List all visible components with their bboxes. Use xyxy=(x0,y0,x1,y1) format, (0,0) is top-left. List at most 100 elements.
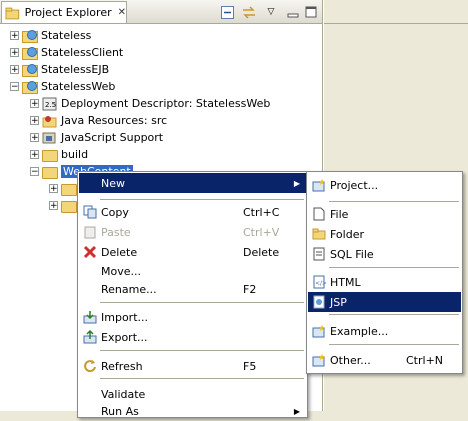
menu-item-paste[interactable]: Paste Ctrl+V xyxy=(79,222,306,242)
tab-project-explorer[interactable]: Project Explorer ✕ xyxy=(1,1,127,23)
delete-icon xyxy=(83,245,97,259)
collapse-icon[interactable]: − xyxy=(30,167,39,177)
menu-item-copy[interactable]: Copy Ctrl+C xyxy=(79,202,306,222)
menu-item-refresh[interactable]: Refresh F5 xyxy=(79,356,306,376)
menu-item-label: Export... xyxy=(101,330,148,344)
tree-item-child[interactable]: + xyxy=(49,180,80,197)
tree-item-label: StatelessClient xyxy=(41,46,124,59)
tree-item-javascript-support[interactable]: + JavaScript Support xyxy=(30,129,163,146)
menu-item-accelerator: Delete xyxy=(243,245,280,259)
project-icon xyxy=(22,80,38,94)
menu-item-accelerator: F2 xyxy=(243,282,257,296)
menu-separator xyxy=(100,199,304,201)
javascript-support-icon xyxy=(42,132,56,143)
menu-item-move[interactable]: Move... xyxy=(79,261,306,281)
tree-item-label: build xyxy=(61,148,89,161)
submenu-arrow-icon: ▶ xyxy=(293,178,300,188)
menu-item-import[interactable]: Import... xyxy=(79,307,306,327)
tree-item-statelessclient[interactable]: + StatelessClient xyxy=(10,44,123,61)
java-resources-icon xyxy=(42,115,57,127)
other-wizard-icon xyxy=(312,354,325,367)
menu-item-label: New xyxy=(101,176,125,190)
menu-separator xyxy=(329,314,459,316)
svg-text:</>: </> xyxy=(315,280,326,287)
tree-item-statelessweb[interactable]: − StatelessWeb xyxy=(10,78,115,95)
menu-separator xyxy=(100,378,304,380)
copy-icon xyxy=(83,205,97,219)
project-icon xyxy=(22,63,38,77)
tree-item-label: Java Resources: src xyxy=(61,114,168,127)
menu-separator xyxy=(100,302,304,304)
expand-icon[interactable]: + xyxy=(30,116,39,126)
menu-item-label: Import... xyxy=(101,310,148,324)
menu-item-html[interactable]: </> HTML xyxy=(308,272,461,292)
menu-item-rename[interactable]: Rename... F2 xyxy=(79,279,306,299)
folder-icon xyxy=(61,183,77,196)
menu-item-other[interactable]: Other... Ctrl+N xyxy=(308,350,461,370)
submenu-arrow-icon: ▶ xyxy=(293,406,300,416)
menu-item-label: Refresh xyxy=(101,359,143,373)
expand-icon[interactable]: + xyxy=(10,65,19,75)
menu-item-folder[interactable]: Folder xyxy=(308,224,461,244)
tree-item-label: Stateless xyxy=(41,29,92,42)
deployment-descriptor-icon: 2.5 xyxy=(42,97,57,110)
expand-icon[interactable]: + xyxy=(49,201,58,211)
expand-icon[interactable]: + xyxy=(10,31,19,41)
menu-item-run-as[interactable]: Run As ▶ xyxy=(79,401,306,421)
menu-item-sql-file[interactable]: SQL File xyxy=(308,244,461,264)
import-icon xyxy=(83,311,97,324)
tree-item-label: JavaScript Support xyxy=(61,131,164,144)
refresh-icon xyxy=(84,360,96,373)
collapse-all-icon[interactable] xyxy=(219,4,235,20)
project-icon xyxy=(22,46,38,60)
minimize-icon[interactable] xyxy=(285,4,301,20)
menu-item-label: Copy xyxy=(101,205,129,219)
menu-item-jsp[interactable]: JSP xyxy=(308,292,461,312)
menu-item-label: HTML xyxy=(330,275,361,289)
menu-item-project[interactable]: Project... xyxy=(308,175,461,195)
close-icon[interactable]: ✕ xyxy=(118,7,126,18)
menu-item-new[interactable]: New ▶ xyxy=(79,173,306,193)
view-menu-icon[interactable]: ▽ xyxy=(263,4,279,20)
tree-item-child[interactable]: + xyxy=(49,197,80,214)
project-explorer-icon xyxy=(5,7,20,19)
tree-item-statelessejb[interactable]: + StatelessEJB xyxy=(10,61,109,78)
menu-item-label: Other... xyxy=(330,353,371,367)
example-icon xyxy=(312,325,325,338)
menu-item-export[interactable]: Export... xyxy=(79,327,306,347)
view-title: Project Explorer xyxy=(24,6,112,19)
view-title-bar: Project Explorer ✕ ▽ xyxy=(0,0,322,24)
maximize-icon[interactable] xyxy=(303,4,319,20)
tree-item-deployment-descriptor[interactable]: + 2.5 Deployment Descriptor: StatelessWe… xyxy=(30,95,270,112)
menu-item-delete[interactable]: Delete Delete xyxy=(79,242,306,262)
link-with-editor-icon[interactable] xyxy=(241,4,257,20)
tree-item-java-resources[interactable]: + Java Resources: src xyxy=(30,112,167,129)
expand-icon[interactable]: + xyxy=(49,184,58,194)
menu-item-accelerator: F5 xyxy=(243,359,257,373)
new-project-icon xyxy=(312,179,325,192)
context-menu: New ▶ Copy Ctrl+C Paste Ctrl+V Delete De… xyxy=(77,171,308,418)
menu-separator xyxy=(329,267,459,269)
menu-item-file[interactable]: File xyxy=(308,204,461,224)
menu-item-accelerator: Ctrl+C xyxy=(243,205,280,219)
tree-item-label: StatelessEJB xyxy=(41,63,110,76)
html-file-icon: </> xyxy=(313,275,326,289)
menu-item-label: Move... xyxy=(101,264,141,278)
export-icon xyxy=(83,330,97,344)
tree-item-build[interactable]: + build xyxy=(30,146,88,163)
tree-item-label: Deployment Descriptor: StatelessWeb xyxy=(61,97,271,110)
expand-icon[interactable]: + xyxy=(30,133,39,143)
menu-item-accelerator: Ctrl+N xyxy=(406,353,444,367)
menu-item-label: Paste xyxy=(101,225,131,239)
editor-area-toolbar xyxy=(324,0,468,24)
menu-item-example[interactable]: Example... xyxy=(308,321,461,341)
menu-item-label: Run As xyxy=(101,404,139,418)
project-icon xyxy=(22,29,38,43)
menu-item-label: Example... xyxy=(330,324,389,338)
menu-item-label: File xyxy=(330,207,349,221)
collapse-icon[interactable]: − xyxy=(10,82,19,92)
expand-icon[interactable]: + xyxy=(30,99,39,109)
tree-item-stateless[interactable]: + Stateless xyxy=(10,27,91,44)
expand-icon[interactable]: + xyxy=(10,48,19,58)
expand-icon[interactable]: + xyxy=(30,150,39,160)
